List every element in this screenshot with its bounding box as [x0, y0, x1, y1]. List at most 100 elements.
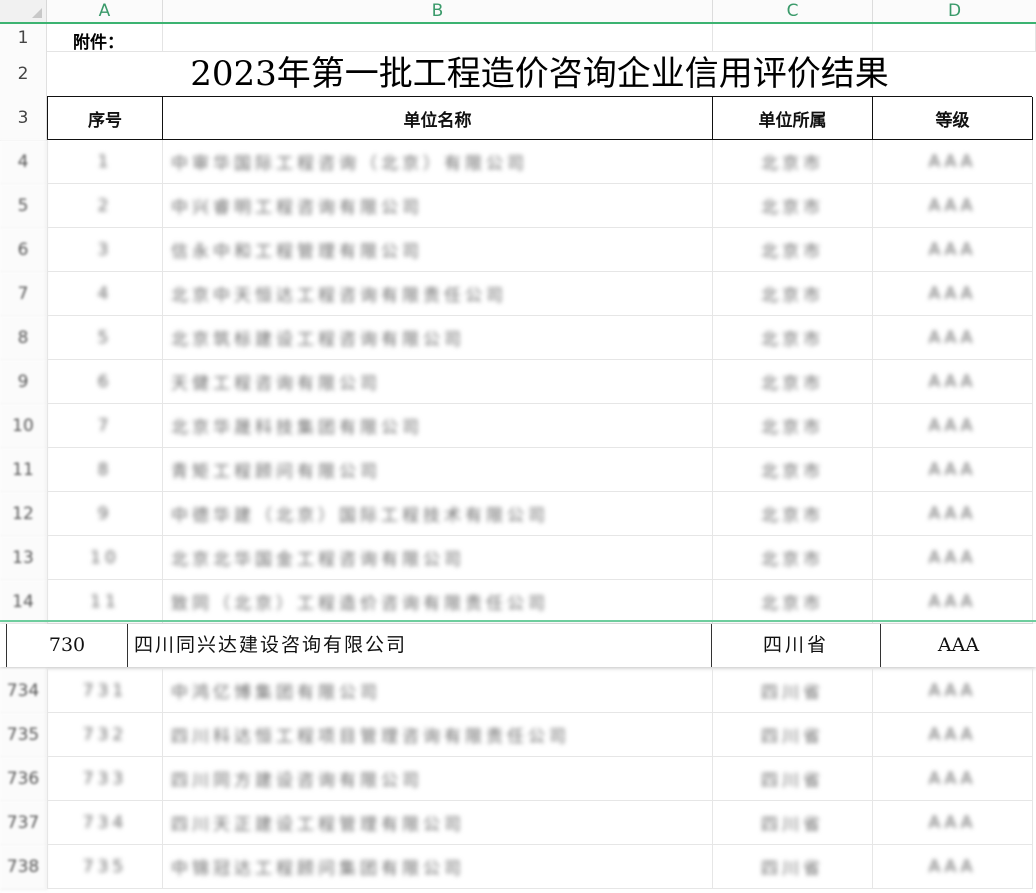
cell-grade[interactable]: AAA: [873, 404, 1033, 448]
cell-grade[interactable]: AAA: [873, 580, 1033, 624]
cell-region[interactable]: 北京市: [713, 140, 873, 184]
cell-seq[interactable]: 11: [47, 580, 163, 624]
cell-name[interactable]: 青矩工程顾问有限公司: [163, 448, 713, 492]
highlight-grade[interactable]: AAA: [881, 624, 1036, 667]
row-header-1[interactable]: 1: [0, 24, 47, 53]
cell-seq[interactable]: 9: [47, 492, 163, 536]
row-header[interactable]: 735: [0, 713, 47, 758]
cell-region[interactable]: 北京市: [713, 228, 873, 272]
cell-grade[interactable]: AAA: [873, 140, 1033, 184]
cell-seq[interactable]: 4: [47, 272, 163, 316]
column-header-a[interactable]: A: [47, 0, 163, 22]
highlighted-row[interactable]: 730 四川同兴达建设咨询有限公司 四川省 AAA: [0, 624, 1036, 667]
row-header[interactable]: 734: [0, 669, 47, 714]
cell-seq[interactable]: 5: [47, 316, 163, 360]
cell-name[interactable]: 中审华国际工程咨询（北京）有限公司: [163, 140, 713, 184]
cell-name[interactable]: 中兴睿明工程咨询有限公司: [163, 184, 713, 228]
cell-a1[interactable]: 附件：: [47, 24, 163, 53]
cell-seq[interactable]: 1: [47, 140, 163, 184]
cell-grade[interactable]: AAA: [873, 316, 1033, 360]
row-header[interactable]: 6: [0, 228, 47, 273]
cell-name[interactable]: 北京华晟科技集团有限公司: [163, 404, 713, 448]
cell-seq[interactable]: 8: [47, 448, 163, 492]
header-name[interactable]: 单位名称: [163, 97, 713, 140]
cell-name[interactable]: 中德华建（北京）国际工程技术有限公司: [163, 492, 713, 536]
cell-name[interactable]: 四川科达恒工程项目管理咨询有限责任公司: [163, 713, 713, 757]
cell-seq[interactable]: 10: [47, 536, 163, 580]
cell-grade[interactable]: AAA: [873, 713, 1033, 757]
cell-region[interactable]: 北京市: [713, 492, 873, 536]
cell-grade[interactable]: AAA: [873, 669, 1033, 713]
row-header[interactable]: 9: [0, 360, 47, 405]
cell-region[interactable]: 北京市: [713, 404, 873, 448]
cell-seq[interactable]: 734: [47, 801, 163, 845]
row-header-3[interactable]: 3: [0, 97, 47, 141]
cell-b1[interactable]: [163, 24, 713, 52]
highlight-seq[interactable]: 730: [6, 624, 128, 667]
cell-seq[interactable]: 7: [47, 404, 163, 448]
cell-name[interactable]: 北京北华国金工程咨询有限公司: [163, 536, 713, 580]
cell-seq[interactable]: 733: [47, 757, 163, 801]
cell-grade[interactable]: AAA: [873, 492, 1033, 536]
cell-region[interactable]: 四川省: [713, 757, 873, 801]
cell-grade[interactable]: AAA: [873, 272, 1033, 316]
row-header[interactable]: 8: [0, 316, 47, 361]
column-header-c[interactable]: C: [713, 0, 873, 22]
cell-region[interactable]: 北京市: [713, 272, 873, 316]
select-all-corner[interactable]: [0, 0, 47, 22]
row-header[interactable]: 7: [0, 272, 47, 317]
row-header[interactable]: 736: [0, 757, 47, 802]
cell-region[interactable]: 四川省: [713, 713, 873, 757]
cell-name[interactable]: 信永中和工程管理有限公司: [163, 228, 713, 272]
cell-region[interactable]: 北京市: [713, 580, 873, 624]
header-region[interactable]: 单位所属: [713, 97, 873, 140]
cell-region[interactable]: 北京市: [713, 536, 873, 580]
highlight-name[interactable]: 四川同兴达建设咨询有限公司: [128, 624, 712, 667]
cell-name[interactable]: 四川同方建设咨询有限公司: [163, 757, 713, 801]
cell-name[interactable]: 致同（北京）工程造价咨询有限责任公司: [163, 580, 713, 624]
cell-name[interactable]: 北京筑标建设工程咨询有限公司: [163, 316, 713, 360]
header-seq[interactable]: 序号: [47, 97, 163, 140]
cell-seq[interactable]: 735: [47, 845, 163, 889]
row-header[interactable]: 737: [0, 801, 47, 846]
cell-region[interactable]: 北京市: [713, 360, 873, 404]
cell-region[interactable]: 四川省: [713, 801, 873, 845]
cell-grade[interactable]: AAA: [873, 448, 1033, 492]
cell-region[interactable]: 北京市: [713, 184, 873, 228]
cell-seq[interactable]: 3: [47, 228, 163, 272]
row-header[interactable]: 11: [0, 448, 47, 493]
cell-seq[interactable]: 732: [47, 713, 163, 757]
cell-region[interactable]: 四川省: [713, 845, 873, 889]
header-grade[interactable]: 等级: [873, 97, 1033, 140]
cell-seq[interactable]: 2: [47, 184, 163, 228]
column-header-b[interactable]: B: [163, 0, 713, 22]
cell-grade[interactable]: AAA: [873, 184, 1033, 228]
cell-grade[interactable]: AAA: [873, 757, 1033, 801]
row-header[interactable]: 10: [0, 404, 47, 449]
cell-c1[interactable]: [713, 24, 873, 52]
row-header[interactable]: 738: [0, 845, 47, 890]
row-header-2[interactable]: 2: [0, 52, 47, 98]
cell-grade[interactable]: AAA: [873, 845, 1033, 889]
sheet-title[interactable]: 2023年第一批工程造价咨询企业信用评价结果: [47, 52, 1032, 97]
row-header[interactable]: 4: [0, 140, 47, 185]
cell-name[interactable]: 中锦冠达工程顾问集团有限公司: [163, 845, 713, 889]
cell-seq[interactable]: 731: [47, 669, 163, 713]
cell-region[interactable]: 北京市: [713, 316, 873, 360]
cell-name[interactable]: 中鸿亿博集团有限公司: [163, 669, 713, 713]
column-header-d[interactable]: D: [873, 0, 1036, 22]
cell-region[interactable]: 北京市: [713, 448, 873, 492]
cell-seq[interactable]: 6: [47, 360, 163, 404]
cell-grade[interactable]: AAA: [873, 536, 1033, 580]
cell-d1[interactable]: [873, 24, 1036, 52]
cell-grade[interactable]: AAA: [873, 801, 1033, 845]
cell-name[interactable]: 天健工程咨询有限公司: [163, 360, 713, 404]
cell-name[interactable]: 北京中天恒达工程咨询有限责任公司: [163, 272, 713, 316]
cell-region[interactable]: 四川省: [713, 669, 873, 713]
row-header[interactable]: 13: [0, 536, 47, 581]
row-header[interactable]: 12: [0, 492, 47, 537]
cell-grade[interactable]: AAA: [873, 360, 1033, 404]
highlight-region[interactable]: 四川省: [712, 624, 881, 667]
row-header[interactable]: 14: [0, 580, 47, 625]
cell-name[interactable]: 四川天正建设工程管理有限公司: [163, 801, 713, 845]
